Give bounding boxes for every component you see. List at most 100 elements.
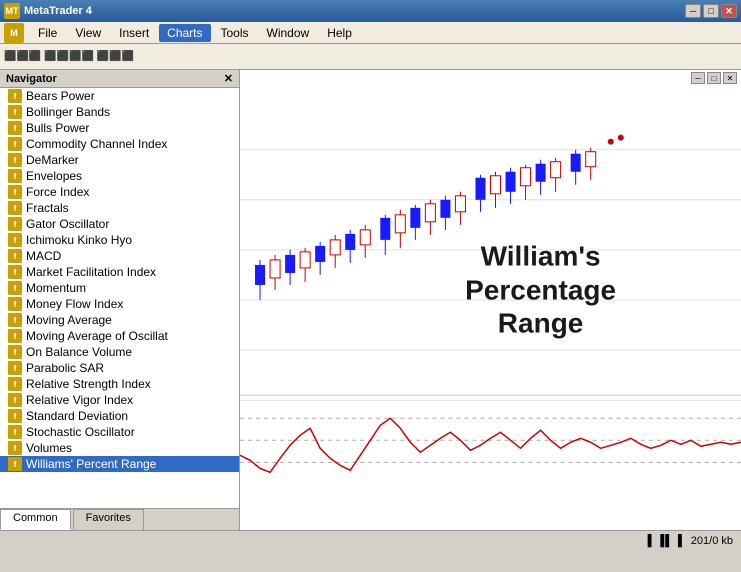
title-bar-controls[interactable]: ─ □ ✕ <box>685 4 737 18</box>
nav-item-label-1: Bollinger Bands <box>26 105 110 119</box>
nav-item-icon-7: f <box>8 201 22 215</box>
nav-item-6[interactable]: fForce Index <box>0 184 239 200</box>
nav-item-label-13: Money Flow Index <box>26 297 123 311</box>
nav-item-label-7: Fractals <box>26 201 69 215</box>
title-bar-left: MT MetaTrader 4 <box>4 3 92 19</box>
nav-item-icon-3: f <box>8 137 22 151</box>
maximize-button[interactable]: □ <box>703 4 719 18</box>
nav-item-5[interactable]: f Envelopes <box>0 168 239 184</box>
nav-item-icon-21: f <box>8 425 22 439</box>
nav-item-9[interactable]: f Ichimoku Kinko Hyo <box>0 232 239 248</box>
nav-item-icon-4: f <box>8 153 22 167</box>
nav-item-label-4: DeMarker <box>26 153 79 167</box>
nav-item-label-18: Relative Strength Index <box>26 377 151 391</box>
nav-item-label-14: Moving Average <box>26 313 112 327</box>
menu-item-help[interactable]: Help <box>319 24 360 42</box>
nav-item-4[interactable]: f DeMarker <box>0 152 239 168</box>
title-bar: MT MetaTrader 4 ─ □ ✕ <box>0 0 741 22</box>
nav-item-label-21: Stochastic Oscillator <box>26 425 135 439</box>
nav-item-label-22: Volumes <box>26 441 72 455</box>
title-bar-text: MetaTrader 4 <box>24 5 92 17</box>
nav-item-label-12: Momentum <box>26 281 86 295</box>
nav-item-icon-14: f <box>8 313 22 327</box>
menu-item-tools[interactable]: Tools <box>213 24 257 42</box>
nav-item-3[interactable]: f Commodity Channel Index <box>0 136 239 152</box>
nav-item-0[interactable]: f Bears Power <box>0 88 239 104</box>
nav-item-8[interactable]: f Gator Oscillator <box>0 216 239 232</box>
nav-item-10[interactable]: fMACD <box>0 248 239 264</box>
status-bar: ▌▐▌▐ 201/0 kb <box>0 530 741 550</box>
navigator-tabs: CommonFavorites <box>0 508 239 530</box>
nav-item-13[interactable]: f Money Flow Index <box>0 296 239 312</box>
nav-item-label-3: Commodity Channel Index <box>26 137 167 151</box>
nav-item-label-15: Moving Average of Oscillat <box>26 329 168 343</box>
nav-item-label-5: Envelopes <box>26 169 82 183</box>
nav-item-icon-15: f <box>8 329 22 343</box>
nav-tab-1[interactable]: Favorites <box>73 509 144 530</box>
menu-bar: M FileViewInsertChartsToolsWindowHelp <box>0 22 741 44</box>
nav-item-14[interactable]: f Moving Average <box>0 312 239 328</box>
nav-item-7[interactable]: f Fractals <box>0 200 239 216</box>
status-chart-icon: ▌▐▌▐ <box>648 535 683 547</box>
menu-item-view[interactable]: View <box>67 24 109 42</box>
nav-item-icon-17: f <box>8 361 22 375</box>
toolbar: ⬛⬛⬛ ⬛⬛⬛⬛ ⬛⬛⬛ <box>0 44 741 70</box>
nav-item-icon-20: f <box>8 409 22 423</box>
nav-item-label-20: Standard Deviation <box>26 409 128 423</box>
chart-close-btn[interactable]: ✕ <box>723 72 737 84</box>
nav-item-icon-16: f <box>8 345 22 359</box>
nav-item-15[interactable]: f Moving Average of Oscillat <box>0 328 239 344</box>
chart-area: ─ □ ✕ <box>240 70 741 530</box>
nav-item-21[interactable]: f Stochastic Oscillator <box>0 424 239 440</box>
nav-item-1[interactable]: fBollinger Bands <box>0 104 239 120</box>
nav-item-icon-22: f <box>8 441 22 455</box>
inner-window-controls[interactable]: ─ □ ✕ <box>691 72 737 84</box>
menu-item-charts[interactable]: Charts <box>159 24 210 42</box>
nav-item-18[interactable]: f Relative Strength Index <box>0 376 239 392</box>
nav-item-19[interactable]: f Relative Vigor Index <box>0 392 239 408</box>
nav-item-23[interactable]: fWilliams' Percent Range <box>0 456 239 472</box>
nav-item-label-10: MACD <box>26 249 61 263</box>
menu-item-insert[interactable]: Insert <box>111 24 157 42</box>
nav-item-icon-19: f <box>8 393 22 407</box>
nav-item-icon-0: f <box>8 89 22 103</box>
app-icon: MT <box>4 3 20 19</box>
menu-item-window[interactable]: Window <box>259 24 318 42</box>
nav-item-20[interactable]: f Standard Deviation <box>0 408 239 424</box>
chart-minimize-btn[interactable]: ─ <box>691 72 705 84</box>
navigator-header: Navigator ✕ <box>0 70 239 88</box>
nav-item-icon-13: f <box>8 297 22 311</box>
minimize-button[interactable]: ─ <box>685 4 701 18</box>
nav-item-label-2: Bulls Power <box>26 121 89 135</box>
nav-item-icon-23: f <box>8 457 22 471</box>
nav-item-label-17: Parabolic SAR <box>26 361 104 375</box>
nav-item-icon-18: f <box>8 377 22 391</box>
navigator-title: Navigator <box>6 73 57 85</box>
nav-item-icon-9: f <box>8 233 22 247</box>
nav-item-icon-11: f <box>8 265 22 279</box>
navigator-close-button[interactable]: ✕ <box>224 72 233 85</box>
nav-item-17[interactable]: f Parabolic SAR <box>0 360 239 376</box>
nav-item-16[interactable]: f On Balance Volume <box>0 344 239 360</box>
navigator-list[interactable]: fBears PowerfBollinger BandsfBulls Power… <box>0 88 239 508</box>
nav-item-label-19: Relative Vigor Index <box>26 393 133 407</box>
navigator-panel: Navigator ✕ fBears PowerfBollinger Bands… <box>0 70 240 530</box>
nav-item-label-6: Force Index <box>26 185 89 199</box>
menu-items: FileViewInsertChartsToolsWindowHelp <box>30 24 360 42</box>
nav-item-12[interactable]: f Momentum <box>0 280 239 296</box>
status-info: 201/0 kb <box>691 535 733 547</box>
nav-item-label-16: On Balance Volume <box>26 345 132 359</box>
menu-item-file[interactable]: File <box>30 24 65 42</box>
nav-item-label-0: Bears Power <box>26 89 95 103</box>
nav-item-icon-8: f <box>8 217 22 231</box>
nav-item-11[interactable]: fMarket Facilitation Index <box>0 264 239 280</box>
chart-maximize-btn[interactable]: □ <box>707 72 721 84</box>
nav-item-22[interactable]: f Volumes <box>0 440 239 456</box>
close-button[interactable]: ✕ <box>721 4 737 18</box>
nav-item-icon-5: f <box>8 169 22 183</box>
nav-item-label-8: Gator Oscillator <box>26 217 109 231</box>
nav-item-2[interactable]: fBulls Power <box>0 120 239 136</box>
nav-tab-0[interactable]: Common <box>0 509 71 530</box>
nav-item-label-9: Ichimoku Kinko Hyo <box>26 233 132 247</box>
nav-item-icon-12: f <box>8 281 22 295</box>
